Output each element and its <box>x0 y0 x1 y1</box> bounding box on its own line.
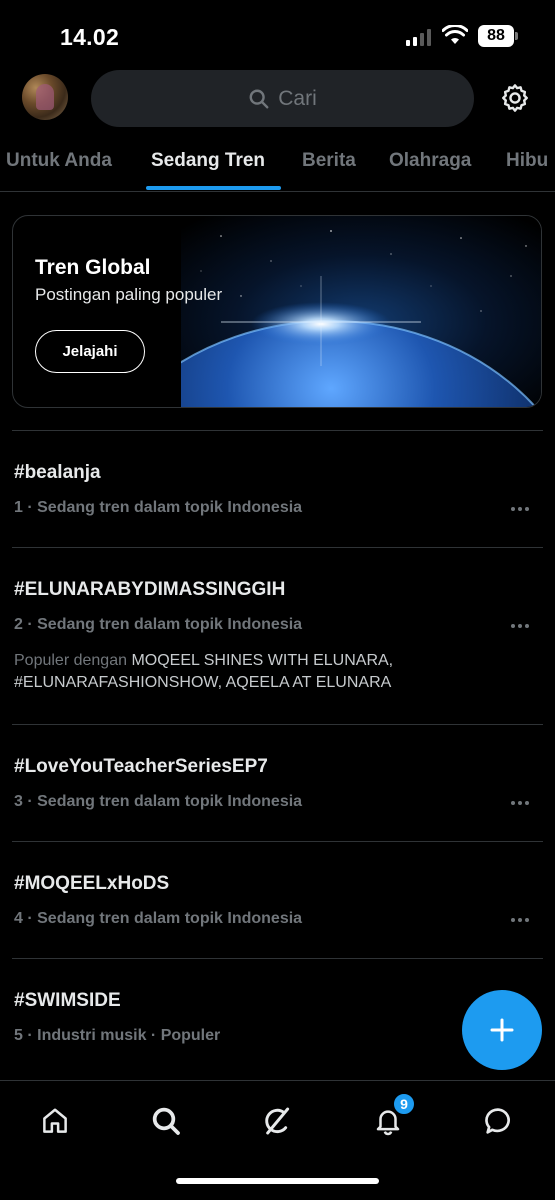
trend-meta: 2 · Sedang tren dalam topik Indonesia <box>14 616 303 633</box>
trend-name: #SWIMSIDE <box>14 990 121 1011</box>
avatar[interactable] <box>22 74 68 120</box>
grok-icon <box>265 1107 290 1135</box>
search-icon <box>152 1107 180 1135</box>
card-subtitle: Postingan paling populer <box>35 285 223 304</box>
search-placeholder: Cari <box>278 86 317 110</box>
search-input[interactable]: Cari <box>91 70 474 127</box>
trend-name: #ELUNARABYDIMASSINGGIH <box>14 579 286 600</box>
trend-item[interactable]: #bealanja 1 · Sedang tren dalam topik In… <box>12 431 543 547</box>
active-tab-indicator <box>146 186 281 190</box>
trend-item[interactable]: #LoveYouTeacherSeriesEP7 3 · Sedang tren… <box>12 725 543 841</box>
gear-icon <box>502 84 528 112</box>
trend-context-topics: #ELUNARAFASHIONSHOW, AQEELA AT ELUNARA <box>14 674 392 691</box>
nav-grok[interactable] <box>255 1099 299 1143</box>
tab-hiburan[interactable]: Hibu <box>506 150 548 172</box>
nav-search[interactable] <box>144 1099 188 1143</box>
trend-name: #LoveYouTeacherSeriesEP7 <box>14 756 268 777</box>
trend-context-topics: MOQEEL SHINES WITH ELUNARA, <box>131 652 394 669</box>
trend-item[interactable]: #ELUNARABYDIMASSINGGIH 2 · Sedang tren d… <box>12 548 543 724</box>
settings-button[interactable] <box>497 80 533 116</box>
compose-button[interactable] <box>462 990 542 1070</box>
tab-bar: Untuk Anda Sedang Tren Berita Olahraga H… <box>0 140 555 192</box>
more-options-icon[interactable] <box>511 918 529 922</box>
nav-home[interactable] <box>33 1099 77 1143</box>
more-options-icon[interactable] <box>511 624 529 628</box>
trend-item[interactable]: #MOQEELxHoDS 4 · Sedang tren dalam topik… <box>12 842 543 958</box>
more-options-icon[interactable] <box>511 507 529 511</box>
home-indicator <box>176 1178 379 1184</box>
tab-olahraga[interactable]: Olahraga <box>389 150 471 172</box>
global-trends-card[interactable]: Tren Global Postingan paling populer Jel… <box>12 215 542 408</box>
messages-icon <box>485 1108 510 1134</box>
trend-meta: 4 · Sedang tren dalam topik Indonesia <box>14 910 303 927</box>
card-title: Tren Global <box>35 256 151 279</box>
more-options-icon[interactable] <box>511 801 529 805</box>
status-bar: 14.02 88 <box>0 0 555 66</box>
battery-icon: 88 <box>478 25 514 47</box>
status-time: 14.02 <box>60 24 120 50</box>
plus-icon <box>490 1018 514 1042</box>
trend-name: #bealanja <box>14 462 101 483</box>
earth-image <box>181 216 541 407</box>
trend-meta: 5 · Industri musik · Populer <box>14 1027 221 1044</box>
tab-berita[interactable]: Berita <box>302 150 356 172</box>
wifi-icon <box>442 25 468 44</box>
tab-untuk-anda[interactable]: Untuk Anda <box>6 150 112 172</box>
trend-name: #MOQEELxHoDS <box>14 873 170 894</box>
trend-meta: 3 · Sedang tren dalam topik Indonesia <box>14 793 303 810</box>
notification-badge: 9 <box>392 1092 416 1116</box>
search-icon <box>249 89 269 108</box>
trend-meta: 1 · Sedang tren dalam topik Indonesia <box>14 499 303 516</box>
trend-list: #bealanja 1 · Sedang tren dalam topik In… <box>12 430 543 1079</box>
cellular-signal-icon <box>406 28 431 46</box>
nav-messages[interactable] <box>477 1099 521 1143</box>
trend-context: Populer dengan MOQEEL SHINES WITH ELUNAR… <box>14 650 484 694</box>
battery-tip <box>515 32 518 40</box>
trend-context-prefix: Populer dengan <box>14 652 127 669</box>
explore-button[interactable]: Jelajahi <box>35 330 145 373</box>
home-icon <box>43 1108 67 1133</box>
tab-sedang-tren[interactable]: Sedang Tren <box>151 150 265 172</box>
